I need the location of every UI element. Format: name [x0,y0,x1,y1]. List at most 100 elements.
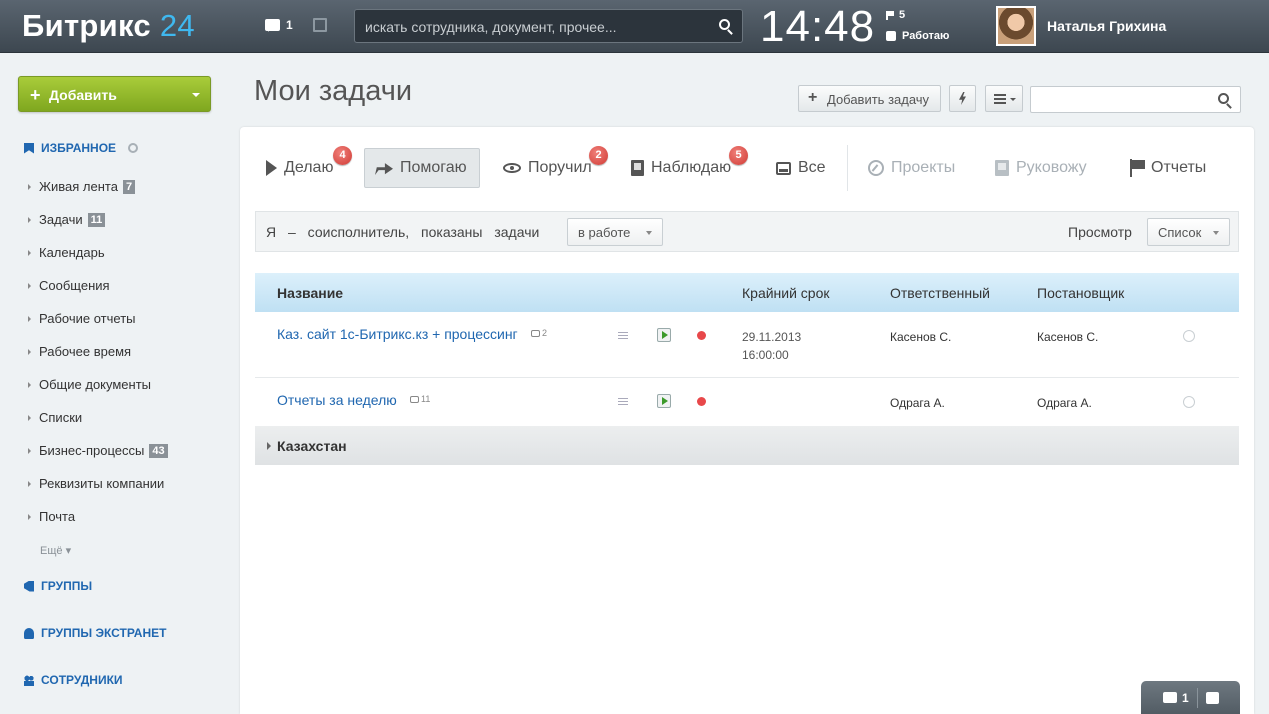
user-name[interactable]: Наталья Грихина [1047,18,1166,34]
header-messages[interactable]: 1 [265,18,293,32]
sidebar-item-label: Рабочие отчеты [39,311,136,326]
column-header-deadline[interactable]: Крайний срок [742,285,830,301]
gear-icon[interactable] [128,143,139,153]
sidebar-item-label: Рабочее время [39,344,132,359]
sidebar-item-company-details[interactable]: Реквизиты компании [28,476,164,491]
triangle-right-icon [28,381,31,388]
section-groups[interactable]: ГРУППЫ [24,579,92,593]
chat-icon [265,19,280,32]
section-groups-label: ГРУППЫ [41,579,93,593]
task-menu-button[interactable] [985,85,1023,112]
chevron-down-icon [646,231,652,238]
page-title: Мои задачи [254,75,413,107]
sidebar-item-documents[interactable]: Общие документы [28,377,151,392]
tab-all[interactable]: Все [776,148,826,188]
sidebar-item-business-processes[interactable]: Бизнес-процессы 43 [28,443,168,458]
tab-projects[interactable]: Проекты [868,148,955,188]
clock[interactable]: 14:48 [760,2,875,52]
tab-assigned[interactable]: Поручил [503,148,592,188]
sidebar-item-messages[interactable]: Сообщения [28,278,110,293]
tab-managing[interactable]: Руковожу [995,148,1087,188]
search-icon[interactable] [1218,93,1229,104]
row-menu-icon[interactable] [618,398,628,405]
plus-icon: + [30,85,41,105]
section-employees[interactable]: СОТРУДНИКИ [24,673,123,687]
task-title[interactable]: Каз. сайт 1с-Битрикс.кз + процессинг [277,326,518,342]
sidebar-item-label: Реквизиты компании [39,476,165,491]
task-title[interactable]: Отчеты за неделю [277,392,397,408]
header-flags[interactable]: 5 [886,9,905,21]
tab-helping[interactable]: Помогаю [364,148,480,188]
deadline: 29.11.2013 16:00:00 [742,328,801,364]
tab-watching[interactable]: Наблюдаю [631,148,731,188]
chat-icon [1163,692,1177,703]
view-select[interactable]: Список [1147,218,1230,246]
group-row[interactable]: Казахстан [255,426,1239,465]
task-search-field[interactable] [1030,86,1241,113]
flag-icon [1130,159,1145,177]
sidebar-item-work-time[interactable]: Рабочее время [28,344,131,359]
book-icon [631,160,644,176]
creator[interactable]: Одрага А. [1037,394,1092,412]
comments-count[interactable]: 2 [531,328,547,338]
sidebar-item-work-reports[interactable]: Рабочие отчеты [28,311,136,326]
logo-text: Битрикс [22,8,151,43]
chat-panel[interactable]: 1 [1141,681,1240,714]
avatar[interactable] [996,6,1036,46]
add-task-button[interactable]: + Добавить задачу [798,85,941,112]
comment-icon [410,395,419,403]
triangle-right-icon [267,442,271,450]
sidebar-more[interactable]: Ещё ▾ [40,544,71,557]
notifications-icon[interactable] [1206,692,1219,704]
tab-label: Поручил [528,159,592,176]
work-status[interactable]: Работаю [886,30,949,42]
calendar-icon[interactable] [313,18,327,32]
row-menu-icon[interactable] [618,332,628,339]
divider [1197,688,1198,708]
add-button[interactable]: + Добавить [18,76,211,112]
creator[interactable]: Касенов С. [1037,328,1098,346]
sidebar-item-mail[interactable]: Почта [28,509,75,524]
column-header-responsible[interactable]: Ответственный [890,285,990,301]
chevron-down-icon[interactable] [192,93,200,101]
sidebar-item-count: 43 [149,443,168,458]
add-task-label: Добавить задачу [827,92,930,107]
tab-doing[interactable]: Делаю [266,148,333,188]
comment-icon [531,329,540,337]
complete-checkbox[interactable] [1183,396,1195,408]
messages-count: 1 [286,18,293,32]
start-task-icon[interactable] [657,394,671,408]
responsible[interactable]: Касенов С. [890,328,951,346]
triangle-right-icon [28,447,31,454]
sidebar-item-tasks[interactable]: Задачи 11 [28,212,106,227]
tab-label: Отчеты [1151,159,1207,176]
chevron-down-icon [1213,231,1219,238]
logo[interactable]: Битрикс 24 [22,8,195,44]
play-icon [266,160,277,176]
quick-task-button[interactable] [949,85,976,112]
sidebar-item-label: Задачи [39,212,83,227]
column-header-creator[interactable]: Постановщик [1037,285,1124,301]
start-task-icon[interactable] [657,328,671,342]
tab-label: Проекты [891,159,956,176]
deadline-date: 29.11.2013 [742,330,802,344]
status-select[interactable]: в работе [567,218,663,246]
section-extranet-groups[interactable]: ГРУППЫ ЭКСТРАНЕТ [24,626,166,640]
deadline-time: 16:00:00 [742,348,789,362]
sidebar-item-label: Почта [39,509,76,524]
section-favorites[interactable]: ИЗБРАННОЕ [24,141,139,155]
tab-reports[interactable]: Отчеты [1130,148,1206,188]
sidebar-item-lists[interactable]: Списки [28,410,82,425]
tab-watching-badge: 5 [729,146,748,165]
comments-count[interactable]: 11 [410,394,430,404]
search-input[interactable] [365,17,710,37]
search-icon[interactable] [719,19,730,30]
responsible[interactable]: Одрага А. [890,394,945,412]
add-button-label: Добавить [49,87,117,103]
sidebar-item-calendar[interactable]: Календарь [28,245,105,260]
sidebar-item-feed[interactable]: Живая лента 7 [28,179,136,194]
sidebar-item-label: Сообщения [39,278,110,293]
column-header-title[interactable]: Название [277,285,343,301]
complete-checkbox[interactable] [1183,330,1195,342]
tab-label: Наблюдаю [651,159,732,176]
